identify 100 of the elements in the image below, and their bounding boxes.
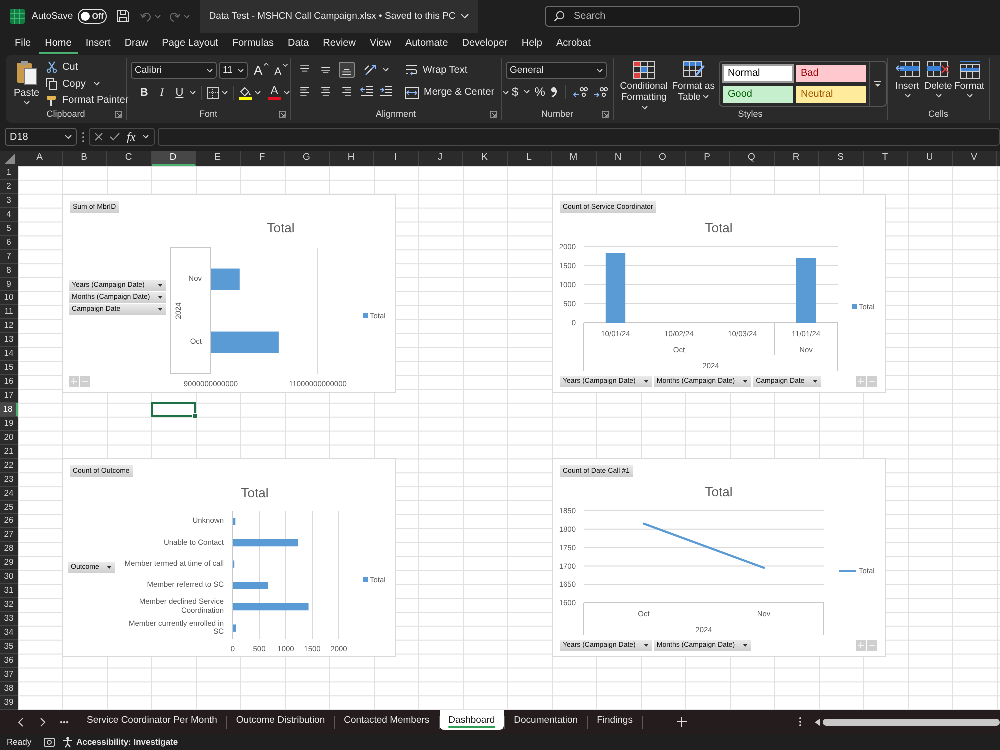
dialog-launcher-icon[interactable] [490, 110, 497, 118]
cell-style-option[interactable]: Bad [796, 65, 866, 82]
bold-button[interactable]: B [137, 85, 152, 101]
comma-style-icon[interactable] [550, 86, 558, 98]
search-field[interactable]: Search [545, 6, 800, 27]
caret-icon[interactable] [524, 90, 530, 94]
borders-icon[interactable] [207, 87, 220, 99]
dropdown-arrow-icon [158, 308, 164, 311]
caret-icon[interactable] [383, 68, 389, 72]
dialog-launcher-icon[interactable] [115, 110, 122, 118]
menu-tab[interactable]: Page Layout [156, 34, 224, 54]
column-header[interactable]: D [152, 151, 196, 166]
decrease-indent-icon[interactable] [360, 84, 374, 98]
increase-indent-icon[interactable] [379, 84, 393, 98]
copy-button[interactable]: Copy [46, 76, 86, 92]
fill-bucket-icon[interactable] [239, 86, 252, 100]
document-title-button[interactable]: Data Test - MSHCN Call Campaign.xlsx • Saved to this PC [200, 0, 478, 33]
currency-format-button[interactable]: $ [512, 85, 519, 99]
menu-tab[interactable]: File [9, 34, 38, 54]
menu-tab[interactable]: Insert [80, 34, 117, 54]
decrease-font-size-button[interactable]: A [274, 64, 288, 78]
chevron-right-icon[interactable] [40, 718, 46, 726]
sheet-tab[interactable]: Contacted Members [335, 710, 439, 730]
check-icon[interactable] [110, 133, 120, 141]
font-color-button[interactable]: A [268, 86, 282, 100]
caret-icon[interactable] [284, 91, 290, 95]
caret-icon[interactable] [94, 82, 100, 86]
conditional-formatting-button[interactable]: Conditional Formatting [618, 61, 670, 108]
cell-style-option[interactable]: Normal [723, 65, 793, 82]
menu-tab[interactable]: Acrobat [550, 34, 597, 54]
scrollbar-thumb[interactable] [823, 718, 1000, 726]
cell-grid[interactable] [18, 166, 1000, 710]
save-icon[interactable] [116, 10, 130, 23]
menu-tab[interactable]: Draw [118, 34, 154, 54]
expand-field-icon[interactable] [856, 376, 866, 387]
italic-button[interactable]: I [154, 85, 170, 101]
merge-center-button[interactable]: Merge & Center [405, 84, 495, 101]
menu-tab[interactable]: Help [516, 34, 548, 54]
format-as-table-button[interactable]: Format as Table [672, 61, 715, 108]
formula-input-field[interactable] [158, 128, 1000, 146]
format-painter-button[interactable]: Format Painter [46, 94, 129, 108]
name-box[interactable]: D18 [5, 128, 77, 146]
caret-icon[interactable] [222, 91, 228, 95]
menu-tab[interactable]: Developer [456, 34, 514, 54]
decrease-decimal-icon[interactable] [593, 86, 608, 98]
align-bottom-icon[interactable] [339, 62, 355, 78]
accessibility-status-button[interactable]: Accessibility: Investigate [62, 736, 178, 748]
increase-font-size-button[interactable]: A [254, 63, 269, 78]
grip-icon[interactable] [82, 132, 85, 142]
scroll-left-icon[interactable] [815, 718, 820, 726]
row-header[interactable]: 18 [0, 402, 18, 417]
caret-icon[interactable] [502, 90, 509, 94]
underline-button[interactable]: U [172, 85, 188, 101]
fill-handle-icon[interactable] [192, 413, 198, 420]
menu-tab[interactable]: View [364, 34, 398, 54]
insert-function-button[interactable]: fx [127, 130, 136, 144]
paste-button[interactable]: Paste [14, 60, 40, 108]
sheet-tab[interactable]: Findings [588, 710, 642, 730]
menu-tab[interactable]: Review [317, 34, 362, 54]
autosave-toggle[interactable]: Off [78, 9, 107, 24]
collapse-field-icon[interactable] [867, 640, 877, 651]
expand-field-icon[interactable] [69, 376, 79, 387]
collapse-field-icon[interactable] [867, 376, 877, 387]
increase-decimal-icon[interactable] [573, 86, 588, 98]
sheet-view-icon[interactable] [44, 738, 55, 746]
caret-icon[interactable] [190, 91, 196, 95]
format-cells-button[interactable]: Format [954, 61, 985, 108]
percent-format-button[interactable]: % [534, 85, 546, 99]
font-size-dropdown[interactable]: 11 [219, 62, 248, 79]
sheet-tab[interactable]: Service Coordinator Per Month [78, 710, 226, 730]
spreadsheet-app-icon[interactable] [10, 9, 25, 24]
font-name-dropdown[interactable]: Calibri [131, 62, 217, 79]
cancel-icon[interactable] [95, 133, 103, 141]
vertical-more-icon[interactable] [799, 717, 802, 727]
dropdown-arrow-icon [158, 296, 164, 299]
menu-tab[interactable]: Automate [399, 34, 454, 54]
text-angle-icon[interactable] [364, 63, 378, 77]
menu-tab[interactable]: Data [282, 34, 316, 54]
sheet-tab[interactable]: Outcome Distribution [227, 710, 334, 730]
caret-icon [936, 94, 942, 98]
dialog-launcher-icon[interactable] [602, 110, 609, 118]
more-icon[interactable] [60, 720, 69, 724]
number-format-dropdown[interactable]: General [506, 62, 607, 79]
expand-field-icon[interactable] [856, 640, 866, 651]
insert-cells-button[interactable]: Insert [892, 61, 923, 108]
cell-style-option[interactable]: Neutral [796, 86, 866, 102]
wrap-text-button[interactable]: Wrap Text [405, 62, 509, 79]
caret-icon[interactable] [255, 91, 262, 95]
cut-button[interactable]: Cut [46, 60, 129, 74]
dialog-launcher-icon[interactable] [279, 110, 286, 118]
chevron-left-icon[interactable] [18, 718, 24, 726]
sheet-tab[interactable]: Documentation [505, 710, 588, 730]
delete-cells-button[interactable]: Delete [923, 61, 954, 108]
cell-style-option[interactable]: Good [723, 86, 793, 102]
collapse-field-icon[interactable] [80, 376, 90, 387]
menu-tab[interactable]: Formulas [226, 34, 280, 54]
add-sheet-icon[interactable] [676, 717, 687, 727]
active-cell[interactable] [150, 402, 196, 418]
caret-icon[interactable] [142, 135, 149, 139]
sheet-tab[interactable]: Dashboard [440, 710, 504, 730]
